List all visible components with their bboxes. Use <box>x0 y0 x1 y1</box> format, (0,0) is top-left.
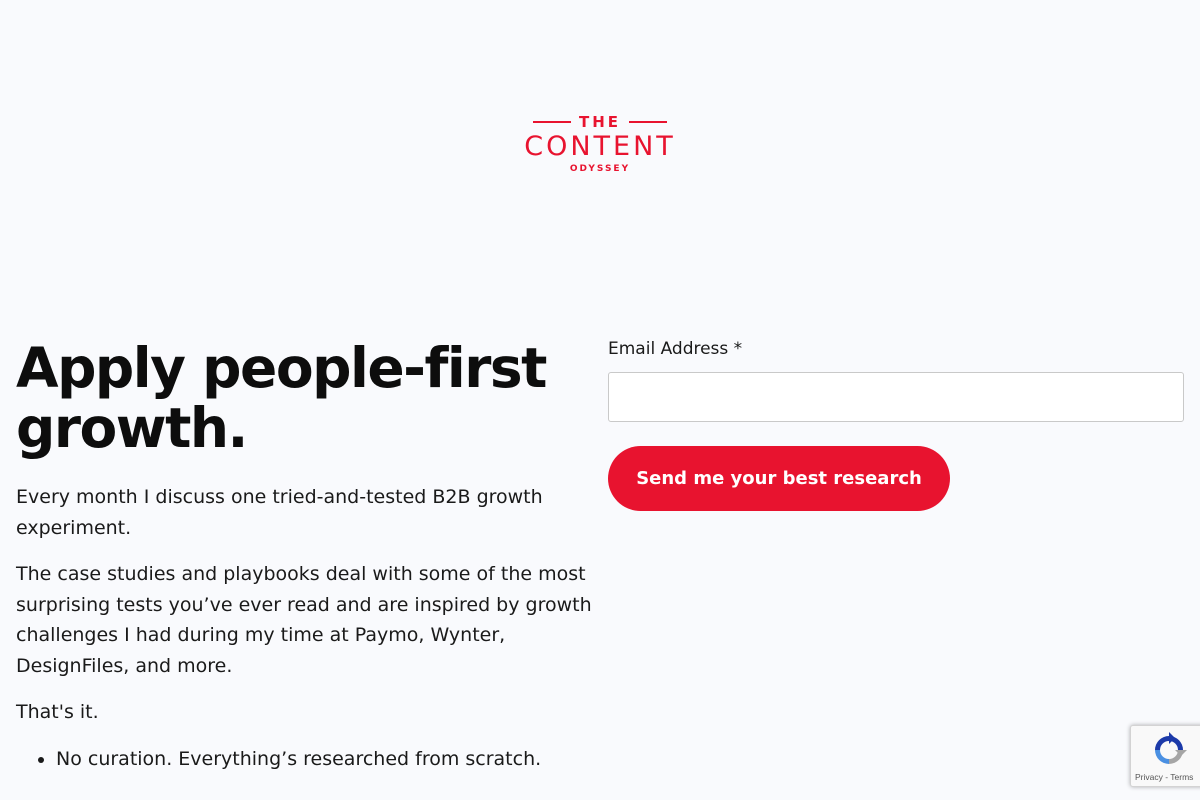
hero-content: Apply people-first growth. Every month I… <box>16 338 596 774</box>
hero-paragraph-2: The case studies and playbooks deal with… <box>16 563 592 677</box>
hero-paragraph-1: Every month I discuss one tried-and-test… <box>16 486 543 539</box>
feature-list: No curation. Everything’s researched fro… <box>16 744 596 775</box>
brand-logo[interactable]: THE CONTENT ODYSSEY <box>500 112 700 182</box>
recaptcha-badge[interactable]: Privacy - Terms <box>1130 725 1200 787</box>
logo-line-left <box>532 121 571 123</box>
signup-form: Email Address * Send me your best resear… <box>608 336 1184 511</box>
hero-paragraph-3: That's it. <box>16 701 99 723</box>
logo-line-right <box>629 121 668 123</box>
page: THE CONTENT ODYSSEY Apply people-first g… <box>0 0 1200 800</box>
email-label: Email Address * <box>608 339 743 359</box>
logo-sub-text: ODYSSEY <box>569 164 631 174</box>
email-field[interactable] <box>608 372 1184 422</box>
logo-top-row: THE <box>500 112 700 132</box>
logo-the-text: THE <box>578 113 622 131</box>
recaptcha-icon <box>1155 732 1187 764</box>
logo-main-text: CONTENT <box>524 131 676 162</box>
hero-headline: Apply people-first growth. <box>16 336 547 460</box>
recaptcha-links[interactable]: Privacy - Terms <box>1135 772 1193 782</box>
submit-button[interactable]: Send me your best research <box>608 446 950 511</box>
feature-list-item: No curation. Everything’s researched fro… <box>56 744 596 775</box>
